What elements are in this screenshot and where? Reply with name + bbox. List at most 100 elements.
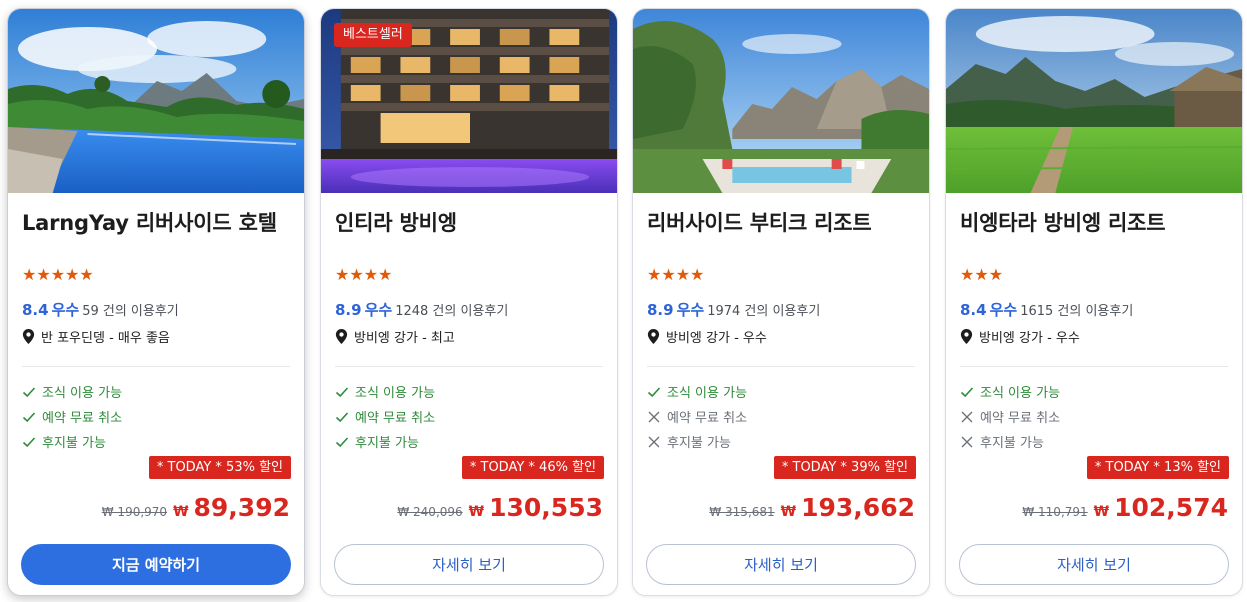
map-pin-icon (960, 329, 973, 344)
hotel-card[interactable]: 비엥타라 방비엥 리조트 ★★★ 8.4 우수 1615 건의 이용후기 방비엥 강… (945, 8, 1243, 596)
hotel-name[interactable]: 리버사이드 부티크 리조트 (647, 207, 872, 237)
feature-free-cancel: 예약 무료 취소 (960, 404, 1060, 429)
cross-icon (648, 411, 660, 422)
check-icon (960, 386, 974, 397)
hotel-name[interactable]: 인티라 방비엥 (335, 207, 457, 237)
review-count: 1974 건의 이용후기 (707, 304, 821, 319)
check-icon (22, 386, 36, 397)
hotel-card[interactable]: 리버사이드 부티크 리조트 ★★★★ 8.9 우수 1974 건의 이용후기 방비엥… (632, 8, 930, 596)
feature-label: 후지불 가능 (667, 436, 731, 451)
divider (960, 366, 1228, 367)
currency-symbol: ₩ (173, 504, 189, 520)
feature-label: 예약 무료 취소 (355, 411, 436, 426)
feature-label: 조식 이용 가능 (42, 386, 123, 401)
hotel-name[interactable]: LarngYay 리버사이드 호텔 (22, 207, 277, 237)
feature-label: 후지불 가능 (980, 436, 1044, 451)
review-count: 1248 건의 이용후기 (395, 304, 509, 319)
check-icon (335, 436, 349, 447)
original-price: ₩ 110,791 (1022, 505, 1088, 519)
feature-breakfast: 조식 이용 가능 (647, 379, 747, 404)
review-summary: 8.9 우수 1974 건의 이용후기 (647, 301, 820, 321)
sale-price: 193,662 (801, 493, 915, 522)
hotel-photo[interactable] (633, 9, 929, 193)
divider (22, 366, 290, 367)
sale-price: 130,553 (489, 493, 603, 522)
feature-list: 조식 이용 가능 예약 무료 취소 후지불 가능 (960, 379, 1060, 454)
sale-price: 89,392 (193, 493, 290, 522)
divider (647, 366, 915, 367)
price-block: ₩ 190,970 ₩ 89,392 (102, 493, 290, 522)
original-price: ₩ 315,681 (709, 505, 775, 519)
discount-badge: * TODAY * 13% 할인 (1086, 456, 1229, 479)
hotel-photo-resort (633, 9, 929, 193)
check-icon (335, 411, 349, 422)
hotel-location: 방비엥 강가 - 우수 (647, 327, 767, 346)
currency-symbol: ₩ (1093, 504, 1110, 520)
feature-breakfast: 조식 이용 가능 (960, 379, 1060, 404)
feature-list: 조식 이용 가능 예약 무료 취소 후지불 가능 (22, 379, 122, 454)
location-label: 방비엥 강가 - 최고 (354, 331, 455, 346)
feature-breakfast: 조식 이용 가능 (335, 379, 435, 404)
feature-list: 조식 이용 가능 예약 무료 취소 후지불 가능 (647, 379, 747, 454)
discount-badge: * TODAY * 39% 할인 (773, 456, 916, 479)
book-now-button[interactable]: 지금 예약하기 (21, 544, 291, 585)
review-word: 우수 (364, 301, 393, 319)
hotel-location: 방비엥 강가 - 우수 (960, 327, 1080, 346)
review-score: 8.9 (335, 301, 362, 319)
feature-label: 예약 무료 취소 (42, 411, 123, 426)
hotel-card[interactable]: 베스트셀러 인티라 방비엥 ★★★★ 8.9 우수 1248 건의 이용후기 방비엥… (320, 8, 618, 596)
feature-free-cancel: 예약 무료 취소 (647, 404, 747, 429)
review-score: 8.9 (647, 301, 674, 319)
hotel-photo[interactable] (946, 9, 1242, 193)
feature-free-cancel: 예약 무료 취소 (335, 404, 435, 429)
review-summary: 8.4 우수 59 건의 이용후기 (22, 301, 179, 321)
map-pin-icon (22, 329, 35, 344)
view-details-button[interactable]: 자세히 보기 (646, 544, 916, 585)
feature-label: 조식 이용 가능 (980, 386, 1061, 401)
review-word: 우수 (676, 301, 705, 319)
star-rating: ★★★★ (335, 265, 393, 284)
feature-pay-later: 후지불 가능 (647, 429, 747, 454)
hotel-photo[interactable] (8, 9, 304, 193)
location-label: 방비엥 강가 - 우수 (979, 331, 1080, 346)
location-label: 방비엥 강가 - 우수 (666, 331, 767, 346)
feature-breakfast: 조식 이용 가능 (22, 379, 122, 404)
original-price: ₩ 240,096 (397, 505, 463, 519)
feature-label: 조식 이용 가능 (355, 386, 436, 401)
price-block: ₩ 110,791 ₩ 102,574 (1022, 493, 1228, 522)
hotel-photo-ricefield (946, 9, 1242, 193)
cross-icon (648, 436, 660, 447)
currency-symbol: ₩ (780, 504, 797, 520)
cross-icon (961, 411, 973, 422)
star-rating: ★★★★★ (22, 265, 94, 284)
feature-pay-later: 후지불 가능 (22, 429, 122, 454)
bestseller-badge: 베스트셀러 (334, 23, 412, 47)
hotel-photo-pool (8, 9, 304, 193)
view-details-button[interactable]: 자세히 보기 (959, 544, 1229, 585)
view-details-button[interactable]: 자세히 보기 (334, 544, 604, 585)
price-block: ₩ 240,096 ₩ 130,553 (397, 493, 603, 522)
review-count: 59 건의 이용후기 (82, 304, 179, 319)
hotel-photo[interactable]: 베스트셀러 (321, 9, 617, 193)
feature-label: 예약 무료 취소 (980, 411, 1061, 426)
star-rating: ★★★★ (647, 265, 705, 284)
review-summary: 8.9 우수 1248 건의 이용후기 (335, 301, 508, 321)
map-pin-icon (335, 329, 348, 344)
cross-icon (961, 436, 973, 447)
feature-label: 후지불 가능 (355, 436, 419, 451)
review-count: 1615 건의 이용후기 (1020, 304, 1134, 319)
star-rating: ★★★ (960, 265, 1004, 284)
review-score: 8.4 (960, 301, 987, 319)
hotel-card-list: LarngYay 리버사이드 호텔 ★★★★★ 8.4 우수 59 건의 이용후기 … (0, 0, 1247, 602)
feature-label: 후지불 가능 (42, 436, 106, 451)
discount-badge: * TODAY * 46% 할인 (461, 456, 604, 479)
hotel-name[interactable]: 비엥타라 방비엥 리조트 (960, 207, 1166, 237)
check-icon (22, 436, 36, 447)
feature-free-cancel: 예약 무료 취소 (22, 404, 122, 429)
feature-label: 예약 무료 취소 (667, 411, 748, 426)
review-score: 8.4 (22, 301, 49, 319)
currency-symbol: ₩ (468, 504, 485, 520)
hotel-location: 반 포우딘뎅 - 매우 좋음 (22, 327, 170, 346)
hotel-card[interactable]: LarngYay 리버사이드 호텔 ★★★★★ 8.4 우수 59 건의 이용후기 … (7, 8, 305, 596)
map-pin-icon (647, 329, 660, 344)
